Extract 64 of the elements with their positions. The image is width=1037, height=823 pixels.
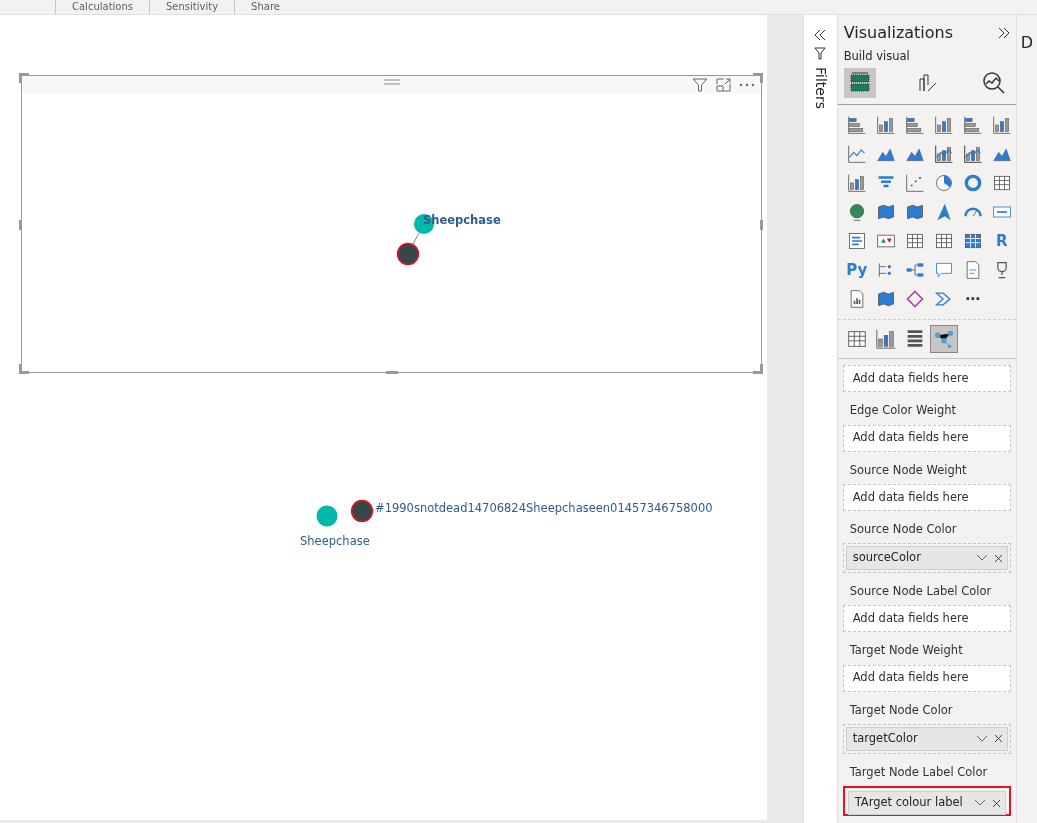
filter-icon bbox=[814, 47, 827, 61]
visual-type-button[interactable] bbox=[930, 326, 957, 353]
build-tab[interactable] bbox=[843, 68, 876, 99]
drop-field-zone[interactable]: Add data fields here bbox=[842, 605, 1011, 633]
power-apps-icon bbox=[904, 289, 925, 310]
bar-chart-icon bbox=[962, 115, 983, 136]
field-well-label: Target Node Weight bbox=[848, 642, 964, 660]
line-chart-icon bbox=[846, 144, 867, 165]
ribbon-tab[interactable]: Share bbox=[234, 0, 296, 14]
text-list-icon bbox=[846, 231, 867, 252]
drop-field-zone[interactable]: Add data fields here bbox=[842, 424, 1011, 452]
node-label: #1990snotdead14706824Sheepchaseen01457346758000 bbox=[375, 501, 713, 515]
collapse-icon[interactable] bbox=[814, 29, 827, 41]
field-well-label: Source Node Weight bbox=[848, 461, 968, 479]
focus-mode-icon[interactable] bbox=[716, 77, 731, 92]
donut-chart-icon bbox=[962, 173, 983, 194]
field-name: sourceColor bbox=[852, 549, 922, 567]
bar-chart-icon bbox=[904, 115, 925, 136]
combo-chart-icon bbox=[962, 144, 983, 165]
node-label: Sheepchase bbox=[300, 534, 370, 548]
chevron-down-icon[interactable] bbox=[973, 799, 986, 807]
drop-field-zone[interactable]: Add data fields here bbox=[842, 664, 1011, 692]
scatter-chart-icon bbox=[904, 173, 925, 194]
field-well-label: Source Node Color bbox=[848, 520, 958, 538]
ribbon-tab[interactable]: Calculations bbox=[55, 0, 149, 14]
close-icon[interactable] bbox=[993, 553, 1003, 563]
chevron-down-icon[interactable] bbox=[975, 554, 988, 562]
field-well-label: Source Node Label Color bbox=[848, 583, 993, 600]
field-well-label: Edge Color Weight bbox=[848, 402, 957, 420]
drag-handle-icon[interactable] bbox=[383, 79, 401, 85]
column-chart-icon bbox=[875, 115, 896, 136]
analytics-icon bbox=[981, 71, 1006, 96]
drop-field-zone[interactable]: Add data fields here bbox=[842, 365, 1011, 393]
field-well[interactable]: sourceColor bbox=[842, 543, 1011, 573]
ribbon-tab[interactable]: Sensitivity bbox=[149, 0, 235, 14]
visual-type-button[interactable]: R bbox=[989, 229, 1014, 254]
pane-title: Visualizations bbox=[843, 22, 954, 44]
column-chart-icon bbox=[933, 115, 954, 136]
expand-icon[interactable] bbox=[997, 27, 1010, 39]
pie-chart-icon bbox=[933, 173, 954, 194]
field-well[interactable]: targetColor bbox=[842, 723, 1011, 754]
bar-chart-icon bbox=[846, 115, 867, 136]
section-subtitle: Build visual bbox=[842, 48, 911, 65]
chevron-down-icon[interactable] bbox=[975, 734, 988, 743]
more-options-icon[interactable] bbox=[739, 82, 755, 87]
visual-type-button[interactable]: Py bbox=[844, 258, 869, 283]
close-icon[interactable] bbox=[991, 798, 1001, 808]
graph-edge bbox=[412, 232, 420, 245]
field-well-label: Target Node Color bbox=[848, 701, 954, 719]
more-visuals-button[interactable]: ⋯ bbox=[960, 287, 985, 312]
close-icon[interactable] bbox=[993, 734, 1003, 744]
chart-icon bbox=[874, 328, 897, 351]
filter-icon[interactable] bbox=[692, 77, 708, 92]
column-chart-icon bbox=[991, 115, 1012, 136]
pane-title: D bbox=[1020, 33, 1033, 52]
waterfall-chart-icon bbox=[846, 173, 867, 194]
field-well[interactable]: TArget colour label bbox=[842, 786, 1011, 816]
combo-chart-icon bbox=[933, 144, 954, 165]
network-graph-icon bbox=[932, 328, 955, 351]
drop-field-zone[interactable]: Add data fields here bbox=[842, 483, 1011, 511]
filters-pane-title[interactable]: Filters bbox=[809, 67, 831, 109]
field-name: targetColor bbox=[852, 730, 919, 748]
field-name: TArget colour label bbox=[854, 794, 964, 812]
field-well-label: Target Node Label Color bbox=[848, 763, 989, 781]
